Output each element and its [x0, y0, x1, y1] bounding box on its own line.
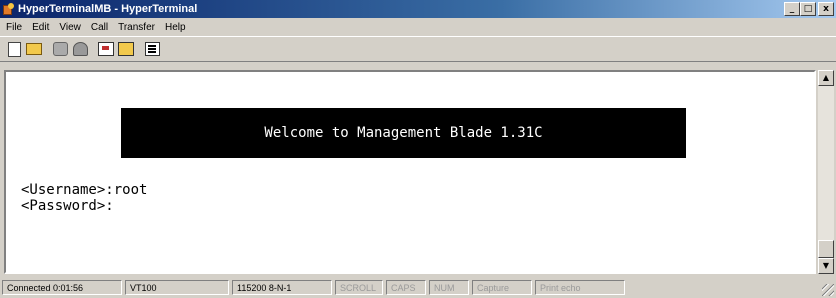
num-indicator: NUM: [429, 280, 469, 295]
menu-bar: File Edit View Call Transfer Help: [0, 19, 836, 35]
vertical-scrollbar[interactable]: ▲ ▼: [818, 70, 834, 274]
open-icon: [26, 43, 42, 55]
username-prompt: <Username>:root: [21, 182, 148, 198]
title-bar[interactable]: HyperTerminalMB - HyperTerminal _ □ x: [0, 0, 836, 18]
disconnect-button[interactable]: [70, 40, 90, 59]
menu-file[interactable]: File: [0, 22, 27, 33]
open-button[interactable]: [24, 40, 44, 59]
toolbar: [0, 36, 836, 62]
status-bar: Connected 0:01:56 VT100 115200 8-N-1 SCR…: [0, 278, 836, 298]
menu-view[interactable]: View: [54, 22, 86, 33]
caps-indicator: CAPS: [386, 280, 426, 295]
receive-icon: [118, 42, 134, 56]
emulation-type: VT100: [125, 280, 229, 295]
scroll-thumb[interactable]: [818, 240, 834, 258]
hyperterminal-app-icon[interactable]: [3, 3, 15, 15]
new-icon: [7, 41, 21, 57]
close-button[interactable]: x: [818, 2, 834, 16]
call-icon: [52, 42, 68, 56]
terminal-screen[interactable]: Welcome to Management Blade 1.31C <Usern…: [4, 70, 816, 274]
menu-edit[interactable]: Edit: [27, 22, 54, 33]
welcome-banner: Welcome to Management Blade 1.31C: [121, 108, 686, 158]
menu-call[interactable]: Call: [86, 22, 113, 33]
scroll-indicator: SCROLL: [335, 280, 383, 295]
send-icon: [98, 42, 114, 56]
resize-grip-icon[interactable]: [822, 284, 834, 296]
password-prompt: <Password>:: [21, 198, 114, 214]
connection-time: Connected 0:01:56: [2, 280, 122, 295]
minimize-button[interactable]: _: [784, 2, 800, 16]
send-button[interactable]: [96, 40, 116, 59]
window-controls: _ □ x: [784, 2, 834, 16]
call-button[interactable]: [50, 40, 70, 59]
receive-button[interactable]: [116, 40, 136, 59]
scroll-down-button[interactable]: ▼: [818, 258, 834, 274]
menu-help[interactable]: Help: [160, 22, 191, 33]
disconnect-icon: [72, 42, 88, 56]
capture-indicator: Capture: [472, 280, 532, 295]
menu-transfer[interactable]: Transfer: [113, 22, 160, 33]
port-settings: 115200 8-N-1: [232, 280, 332, 295]
window-title: HyperTerminalMB - HyperTerminal: [18, 3, 198, 15]
maximize-button[interactable]: □: [800, 2, 816, 16]
properties-icon: [144, 42, 160, 56]
new-connection-button[interactable]: [4, 40, 24, 59]
scroll-up-button[interactable]: ▲: [818, 70, 834, 86]
print-echo-indicator: Print echo: [535, 280, 625, 295]
properties-button[interactable]: [142, 40, 162, 59]
